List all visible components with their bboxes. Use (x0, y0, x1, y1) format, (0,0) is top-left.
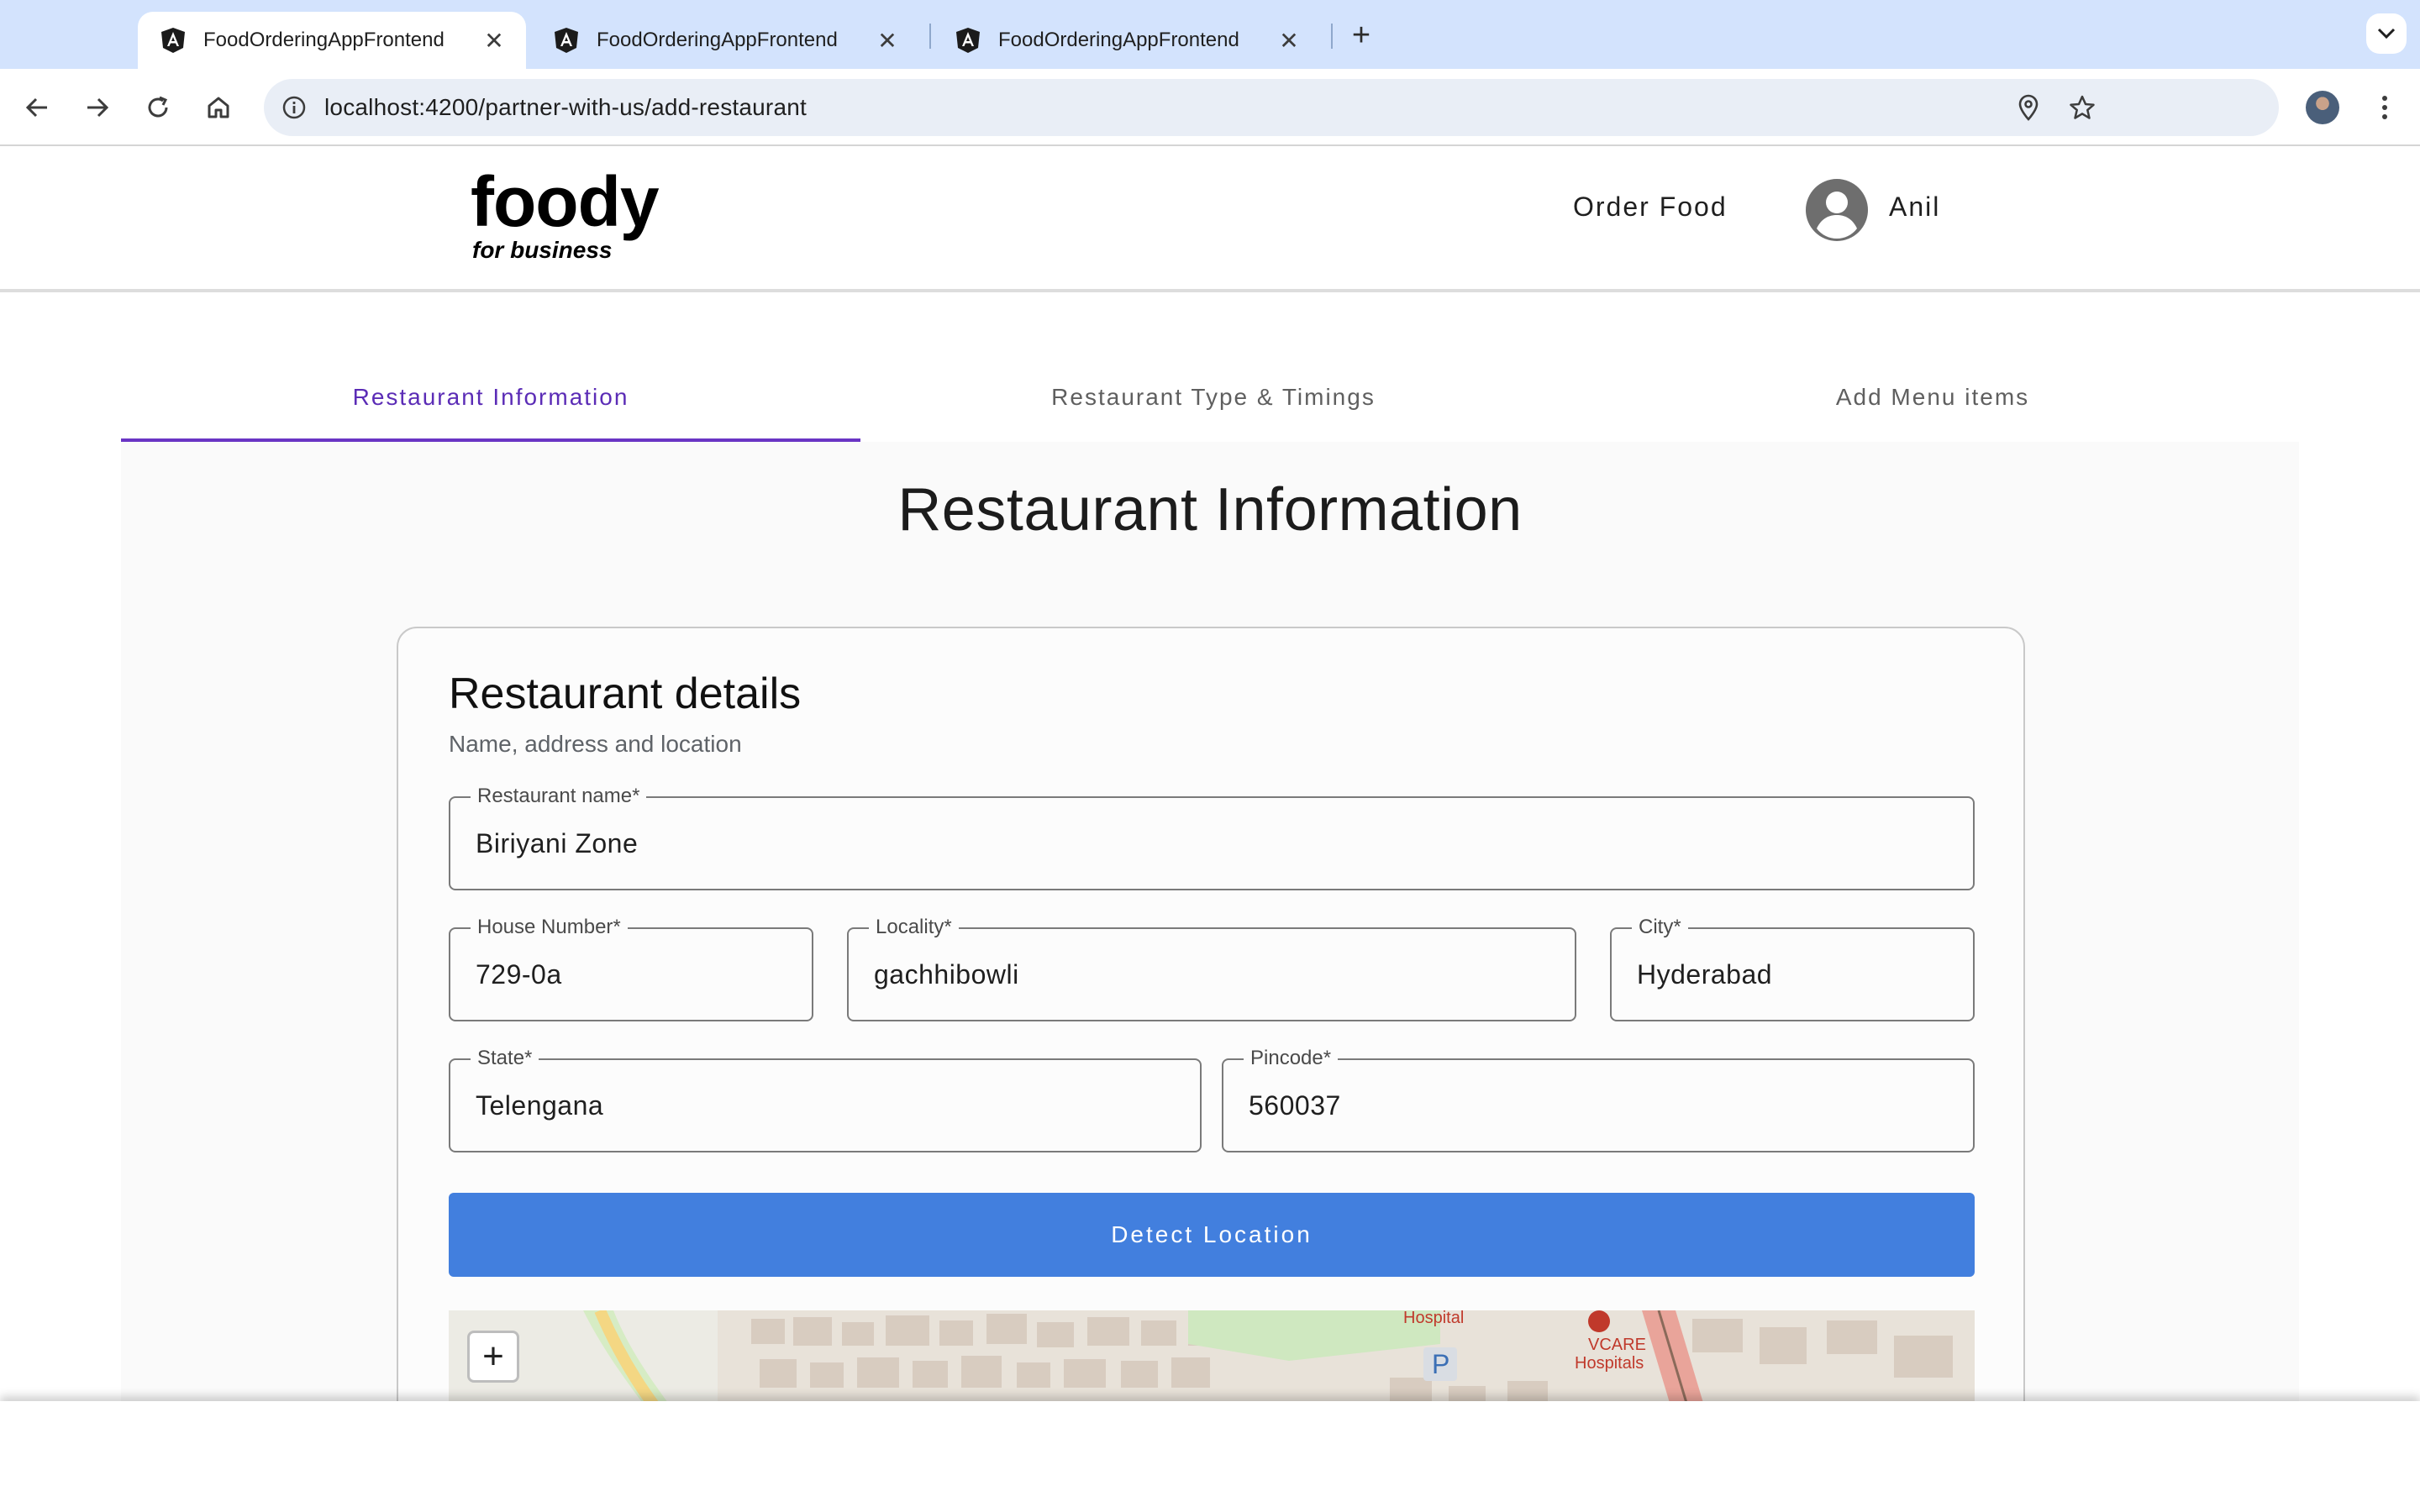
home-icon[interactable] (200, 89, 237, 126)
state-input[interactable] (476, 1060, 1175, 1151)
angular-icon (955, 27, 981, 54)
stepper-tabs: Restaurant Information Restaurant Type &… (121, 353, 2299, 442)
restaurant-name-input[interactable] (476, 798, 1948, 889)
detect-location-button[interactable]: Detect Location (449, 1193, 1975, 1277)
restaurant-name-field[interactable]: Restaurant name* (449, 784, 1975, 890)
logo-main: foody (471, 162, 660, 241)
city-field[interactable]: City* (1610, 915, 1975, 1021)
user-account-icon[interactable] (1805, 178, 1869, 242)
browser-tab-3[interactable]: FoodOrderingAppFrontend ✕ (933, 12, 1321, 69)
browser-tab-1[interactable]: FoodOrderingAppFrontend ✕ (138, 12, 526, 69)
restaurant-details-card: Restaurant details Name, address and loc… (397, 627, 2025, 1404)
tab-restaurant-type-timings[interactable]: Restaurant Type & Timings (860, 353, 1566, 442)
city-input[interactable] (1637, 929, 1948, 1020)
close-icon[interactable]: ✕ (1276, 27, 1302, 54)
page-title: Restaurant Information (897, 476, 1523, 543)
map-zoom-in-button[interactable]: + (467, 1331, 519, 1383)
tab-add-menu-items[interactable]: Add Menu items (1566, 353, 2299, 442)
locality-field[interactable]: Locality* (847, 915, 1576, 1021)
card-subtitle: Name, address and location (449, 731, 742, 757)
more-vertical-icon[interactable] (2366, 89, 2403, 126)
forward-arrow-icon[interactable] (79, 89, 116, 126)
location-map[interactable]: + Hospital P VCARE Hospitals (449, 1310, 1975, 1404)
main-content: Restaurant Information Restaurant detail… (121, 442, 2299, 1404)
map-label-parking: P (1432, 1349, 1450, 1379)
house-number-input[interactable] (476, 929, 786, 1020)
close-icon[interactable]: ✕ (874, 27, 901, 54)
tab-separator (929, 24, 931, 49)
back-arrow-icon[interactable] (18, 89, 55, 126)
location-pin-icon[interactable] (2013, 92, 2044, 123)
logo[interactable]: foody for business (471, 162, 660, 264)
locality-input[interactable] (874, 929, 1549, 1020)
new-tab-plus-icon[interactable]: + (1344, 18, 1378, 53)
reload-icon[interactable] (139, 89, 176, 126)
address-bar[interactable]: localhost:4200/partner-with-us/add-resta… (264, 79, 2279, 136)
hospital-marker-icon[interactable] (1588, 1310, 1610, 1332)
browser-toolbar: localhost:4200/partner-with-us/add-resta… (0, 69, 2420, 146)
angular-icon (553, 27, 580, 54)
house-number-field[interactable]: House Number* (449, 915, 813, 1021)
tab-title: FoodOrderingAppFrontend (597, 29, 838, 51)
map-tiles (449, 1310, 1975, 1404)
close-icon[interactable]: ✕ (481, 27, 508, 54)
pincode-field[interactable]: Pincode* (1222, 1046, 1975, 1152)
user-name[interactable]: Anil (1889, 192, 1940, 223)
url-text[interactable]: localhost:4200/partner-with-us/add-resta… (324, 79, 807, 136)
map-label-vcare: VCARE (1588, 1336, 1646, 1354)
angular-icon (160, 27, 187, 54)
app-header: foody for business Order Food Anil (0, 148, 2420, 292)
card-title: Restaurant details (449, 669, 802, 718)
pincode-input[interactable] (1249, 1060, 1948, 1151)
tab-separator (1331, 24, 1333, 49)
tab-title: FoodOrderingAppFrontend (203, 29, 445, 51)
bookmark-star-icon[interactable] (2067, 92, 2097, 123)
state-field[interactable]: State* (449, 1046, 1202, 1152)
map-label-hospital: Hospital (1403, 1310, 1465, 1327)
profile-avatar[interactable] (2306, 91, 2339, 124)
order-food-link[interactable]: Order Food (1573, 192, 1728, 223)
tab-search-chevron-down-icon[interactable] (2366, 13, 2407, 54)
tab-restaurant-information[interactable]: Restaurant Information (121, 353, 860, 442)
page-bottom-shade (0, 1401, 2420, 1512)
site-info-icon[interactable] (279, 92, 309, 123)
browser-tab-2[interactable]: FoodOrderingAppFrontend ✕ (531, 12, 919, 69)
browser-tab-bar: FoodOrderingAppFrontend ✕ FoodOrderingAp… (0, 0, 2420, 69)
tab-title: FoodOrderingAppFrontend (998, 29, 1239, 51)
map-label-hospitals: Hospitals (1575, 1354, 1644, 1373)
